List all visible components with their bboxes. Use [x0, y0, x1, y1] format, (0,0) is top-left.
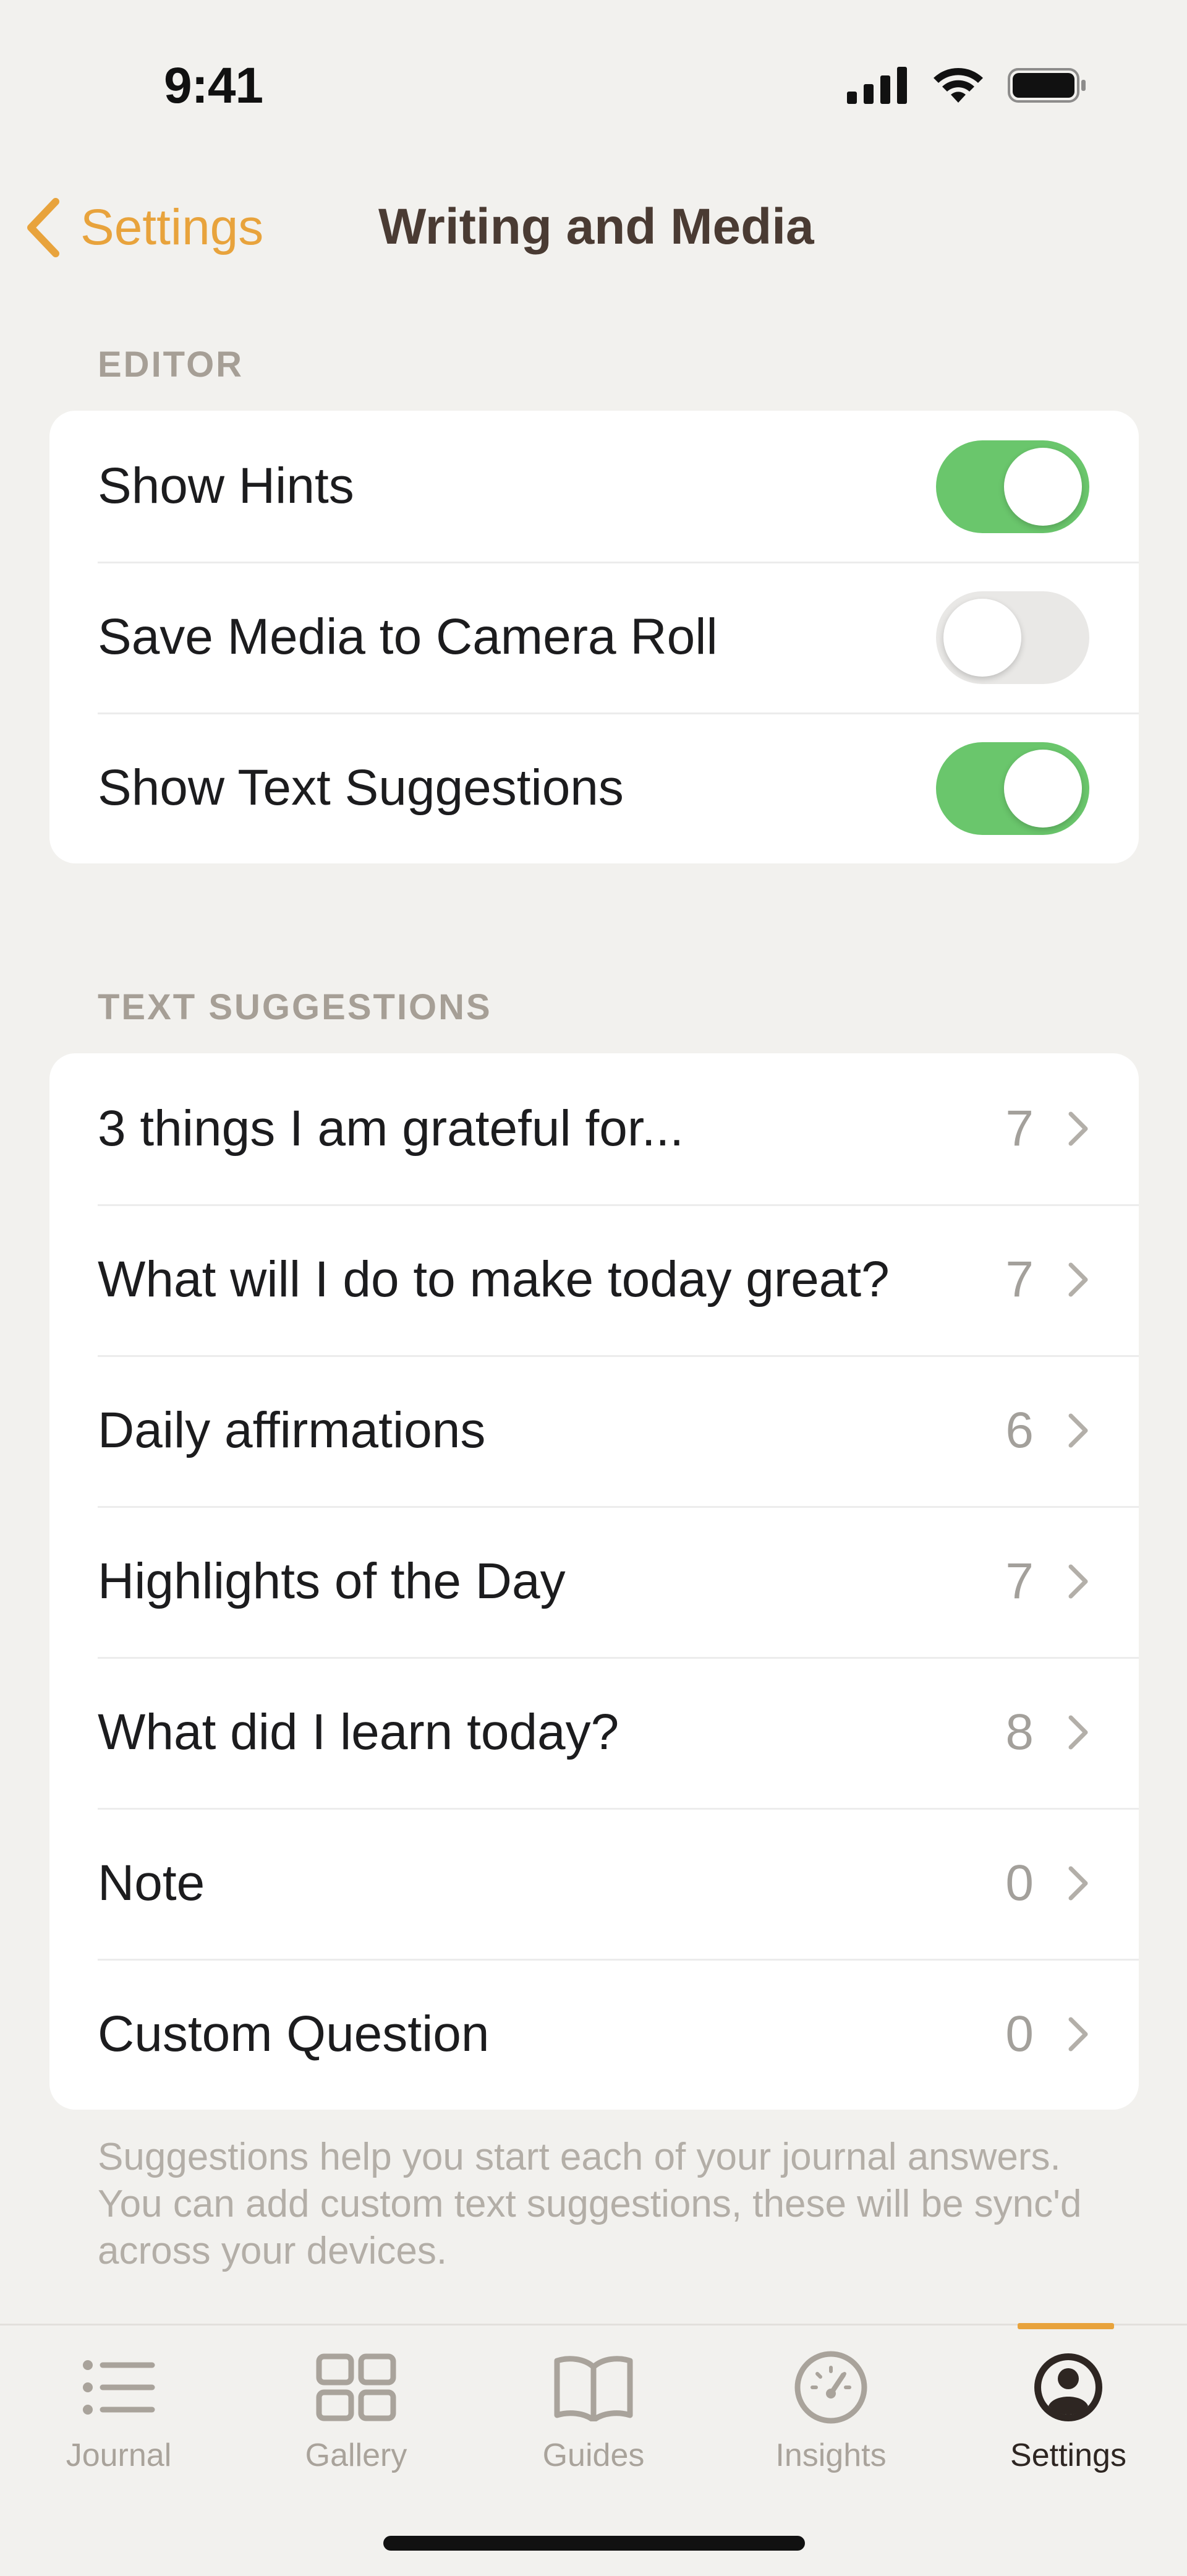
- tab-label: Insights: [775, 2437, 887, 2473]
- gauge-icon: [794, 2351, 867, 2424]
- tab-settings[interactable]: Settings: [950, 2326, 1187, 2486]
- show-text-suggestions-toggle[interactable]: [936, 742, 1089, 835]
- save-media-toggle[interactable]: [936, 591, 1089, 684]
- section-header-editor: EDITOR: [98, 344, 244, 385]
- row-label: Custom Question: [98, 2006, 490, 2062]
- section-header-text-suggestions: TEXT SUGGESTIONS: [98, 987, 492, 1027]
- cellular-signal-icon: [847, 67, 907, 104]
- row-show-text-suggestions: Show Text Suggestions: [49, 712, 1139, 863]
- row-show-hints: Show Hints: [49, 411, 1139, 562]
- editor-card: Show Hints Save Media to Camera Roll Sho…: [49, 411, 1139, 863]
- chevron-right-icon: [1068, 1262, 1088, 1297]
- back-button[interactable]: Settings: [25, 198, 263, 257]
- suggestion-count: 7: [1005, 1251, 1034, 1307]
- grid-icon: [316, 2353, 396, 2421]
- row-label: Note: [98, 1855, 205, 1911]
- chevron-right-icon: [1068, 1564, 1088, 1599]
- suggestion-row[interactable]: Daily affirmations 6: [49, 1355, 1139, 1506]
- suggestion-row[interactable]: Highlights of the Day 7: [49, 1506, 1139, 1657]
- suggestion-count: 0: [1005, 1855, 1034, 1911]
- row-label: Highlights of the Day: [98, 1553, 566, 1609]
- suggestion-count: 0: [1005, 2006, 1034, 2062]
- navigation-bar: Settings Writing and Media: [0, 186, 1187, 272]
- list-icon: [83, 2360, 155, 2415]
- suggestion-count: 7: [1005, 1553, 1034, 1609]
- chevron-right-icon: [1068, 2017, 1088, 2052]
- chevron-right-icon: [1068, 1413, 1088, 1448]
- status-time: 9:41: [164, 58, 263, 114]
- suggestion-row[interactable]: What will I do to make today great? 7: [49, 1204, 1139, 1355]
- tab-insights[interactable]: Insights: [712, 2326, 950, 2486]
- text-suggestions-card: 3 things I am grateful for... 7 What wil…: [49, 1053, 1139, 2110]
- toggle-knob: [943, 599, 1021, 677]
- toggle-knob: [1004, 750, 1082, 828]
- row-label: Show Hints: [98, 458, 354, 514]
- tab-journal[interactable]: Journal: [0, 2326, 237, 2486]
- row-label: Save Media to Camera Roll: [98, 609, 718, 665]
- row-label: Show Text Suggestions: [98, 760, 624, 816]
- suggestion-count: 8: [1005, 1704, 1034, 1760]
- suggestion-row[interactable]: Note 0: [49, 1808, 1139, 1959]
- tab-label: Settings: [1010, 2437, 1126, 2473]
- tab-label: Guides: [542, 2437, 645, 2473]
- battery-icon: [1008, 68, 1086, 103]
- chevron-right-icon: [1068, 1111, 1088, 1146]
- suggestion-count: 6: [1005, 1402, 1034, 1458]
- toggle-knob: [1004, 448, 1082, 526]
- row-label: Daily affirmations: [98, 1402, 486, 1458]
- home-indicator[interactable]: [383, 2536, 805, 2551]
- status-bar: 9:41: [0, 0, 1187, 167]
- suggestion-row[interactable]: 3 things I am grateful for... 7: [49, 1053, 1139, 1204]
- row-save-media-to-camera-roll: Save Media to Camera Roll: [49, 562, 1139, 712]
- tab-guides[interactable]: Guides: [475, 2326, 712, 2486]
- row-label: 3 things I am grateful for...: [98, 1100, 684, 1157]
- tab-label: Journal: [66, 2437, 172, 2473]
- chevron-left-icon: [27, 198, 59, 257]
- page-title: Writing and Media: [378, 199, 814, 255]
- row-label: What did I learn today?: [98, 1704, 619, 1760]
- status-icons: [847, 67, 1088, 104]
- suggestion-row[interactable]: Custom Question 0: [49, 1959, 1139, 2110]
- chevron-right-icon: [1068, 1715, 1088, 1750]
- suggestion-row[interactable]: What did I learn today? 8: [49, 1657, 1139, 1808]
- back-label: Settings: [80, 199, 264, 255]
- section-footer-text: Suggestions help you start each of your …: [98, 2136, 1082, 2272]
- tab-gallery[interactable]: Gallery: [237, 2326, 475, 2486]
- chevron-right-icon: [1068, 1866, 1088, 1901]
- wifi-icon: [934, 68, 983, 103]
- suggestion-count: 7: [1005, 1100, 1034, 1157]
- book-icon: [554, 2356, 633, 2421]
- tab-label: Gallery: [305, 2437, 407, 2473]
- row-label: What will I do to make today great?: [98, 1251, 890, 1307]
- person-circle-icon: [1034, 2353, 1102, 2421]
- show-hints-toggle[interactable]: [936, 440, 1089, 533]
